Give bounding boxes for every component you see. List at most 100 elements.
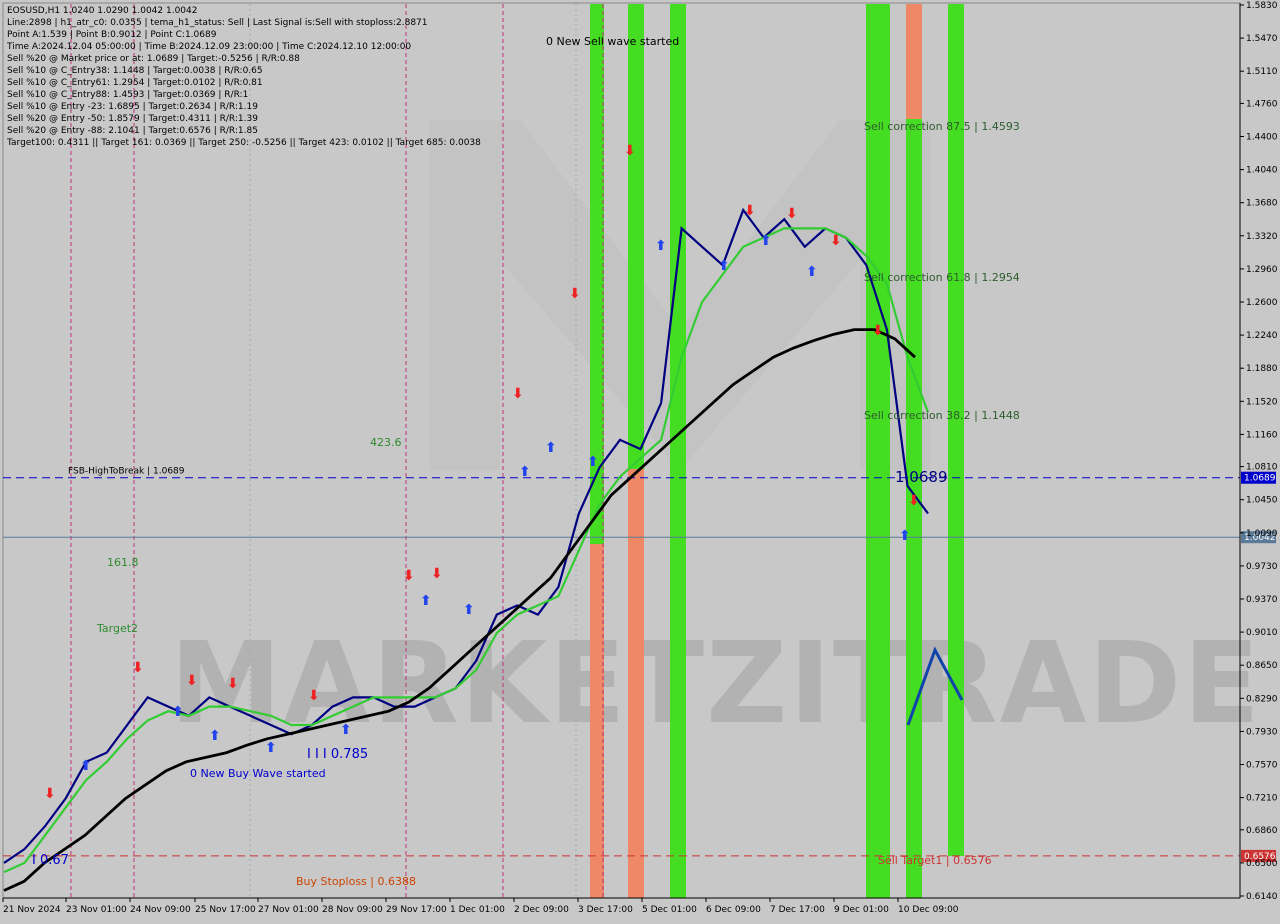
price-chart[interactable]: MARKETZITRADE FSB-HighToBreak | 1.06891.… — [0, 0, 1280, 920]
buy-bar — [670, 4, 686, 898]
price-tick-label: 0.8650 — [1246, 661, 1278, 671]
price-tick-label: 1.5110 — [1246, 67, 1278, 77]
price-tick-label: 1.2600 — [1246, 298, 1278, 308]
price-tick-label: 1.1520 — [1246, 397, 1278, 407]
price-tick-label: 0.6500 — [1246, 859, 1278, 869]
svg-text:⬆: ⬆ — [718, 258, 730, 274]
price-tick-label: 0.6860 — [1246, 826, 1278, 836]
svg-text:⬇: ⬇ — [908, 493, 920, 509]
price-tick-label: 1.0090 — [1246, 529, 1278, 539]
info-line: Time A:2024.12.04 05:00:00 | Time B:2024… — [6, 42, 411, 52]
annotation-sell-wave: 0 New Sell wave started — [546, 35, 679, 48]
price-tick-label: 1.4400 — [1246, 132, 1278, 142]
svg-text:⬇: ⬇ — [227, 676, 239, 692]
price-tick-label: 1.1880 — [1246, 364, 1278, 374]
time-tick-label: 27 Nov 01:00 — [258, 905, 319, 915]
price-tick-label: 1.4760 — [1246, 99, 1278, 109]
buy-bar — [866, 4, 890, 898]
sell-bar — [906, 4, 922, 119]
time-axis: 21 Nov 2024 23 Nov 01:00 24 Nov 09:00 25 No… — [2, 897, 1240, 915]
time-tick-label: 5 Dec 01:00 — [642, 905, 697, 915]
svg-text:⬇: ⬇ — [872, 323, 884, 339]
price-tick-label: 1.5830 — [1246, 1, 1278, 11]
info-line: EOSUSD,H1 1.0240 1.0290 1.0042 1.0042 — [7, 6, 197, 16]
svg-text:⬆: ⬆ — [172, 704, 184, 720]
price-tick-label: 0.8290 — [1246, 694, 1278, 704]
svg-text:⬆: ⬆ — [519, 464, 531, 480]
time-tick-label: 28 Nov 09:00 — [322, 905, 383, 915]
price-tick-label: 1.0810 — [1246, 463, 1278, 473]
time-tick-label: 2 Dec 09:00 — [514, 905, 569, 915]
watermark: MARKETZITRADE — [170, 619, 1262, 749]
svg-text:⬇: ⬇ — [744, 203, 756, 219]
svg-text:⬆: ⬆ — [463, 602, 475, 618]
price-tick-label: 1.3680 — [1246, 199, 1278, 209]
svg-text:⬇: ⬇ — [431, 566, 443, 582]
time-tick-label: 6 Dec 09:00 — [706, 905, 761, 915]
buy-bar — [906, 4, 922, 898]
svg-text:⬆: ⬆ — [420, 593, 432, 609]
price-tick-label: 0.9010 — [1246, 628, 1278, 638]
svg-text:⬇: ⬇ — [186, 673, 198, 689]
info-line: Sell %20 @ Market price or at: 1.0689 | … — [7, 54, 300, 64]
time-tick-label: 21 Nov 2024 — [3, 905, 61, 915]
time-tick-label: 23 Nov 01:00 — [66, 905, 127, 915]
annotation-corr-875: Sell correction 87.5 | 1.4593 — [864, 120, 1020, 133]
svg-text:⬆: ⬆ — [587, 454, 599, 470]
info-line: Sell %10 @ C_Entry61: 1.2954 | Target:0.… — [7, 78, 263, 88]
price-tick-label: 0.9370 — [1246, 595, 1278, 605]
svg-text:⬇: ⬇ — [624, 143, 636, 159]
price-tick-label: 1.4040 — [1246, 166, 1278, 176]
price-axis: 1.5830 1.5470 1.5110 1.4760 1.4400 1.4040 1.36… — [1239, 1, 1278, 902]
time-tick-label: 3 Dec 17:00 — [578, 905, 633, 915]
info-line: Sell %10 @ C_Entry38: 1.1448 | Target:0.… — [7, 66, 263, 76]
info-line: Point A:1.539 | Point B:0.9012 | Point C… — [7, 30, 217, 40]
time-tick-label: 24 Nov 09:00 — [130, 905, 191, 915]
watermark-text: MARKETZITRADE — [170, 619, 1262, 749]
svg-text:⬇: ⬇ — [512, 386, 524, 402]
svg-text:⬇: ⬇ — [44, 786, 56, 802]
svg-text:⬆: ⬆ — [806, 264, 818, 280]
price-tick-label: 1.2960 — [1246, 265, 1278, 275]
time-tick-label: 7 Dec 17:00 — [770, 905, 825, 915]
price-tick-label: 0.7930 — [1246, 727, 1278, 737]
svg-text:⬇: ⬇ — [308, 688, 320, 704]
svg-text:⬇: ⬇ — [403, 568, 415, 584]
svg-text:⬇: ⬇ — [786, 206, 798, 222]
annotation-target2: Target2 — [96, 622, 138, 635]
svg-text:⬆: ⬆ — [209, 728, 221, 744]
info-line: Sell %20 @ Entry -88: 2.1041 | Target:0.… — [7, 126, 258, 136]
svg-text:⬆: ⬆ — [655, 238, 667, 254]
svg-text:⬇: ⬇ — [132, 660, 144, 676]
svg-text:⬆: ⬆ — [265, 740, 277, 756]
annotation-wave-0785: I I I 0.785 — [307, 747, 368, 762]
time-tick-label: 9 Dec 01:00 — [834, 905, 889, 915]
svg-text:⬆: ⬆ — [340, 722, 352, 738]
time-tick-label: 10 Dec 09:00 — [898, 905, 959, 915]
price-tick-label: 0.7570 — [1246, 761, 1278, 771]
price-tick-label: 0.9730 — [1246, 562, 1278, 572]
level-tag-label: 1.0689 — [1244, 474, 1276, 484]
price-tick-label: 1.3320 — [1246, 232, 1278, 242]
svg-text:⬆: ⬆ — [80, 758, 92, 774]
svg-text:⬆: ⬆ — [545, 440, 557, 456]
annotation-corr-382: Sell correction 38.2 | 1.1448 — [864, 409, 1020, 422]
chart-window: MARKETZITRADE FSB-HighToBreak | 1.0689 1… — [0, 0, 1280, 920]
svg-text:⬆: ⬆ — [899, 528, 911, 544]
annotation-423: 423.6 — [370, 436, 402, 449]
annotation-buy-wave: 0 New Buy Wave started — [190, 767, 326, 780]
annotation-c-level: 1.0689 — [895, 468, 948, 486]
annotation-corr-618: Sell correction 61.8 | 1.2954 — [864, 271, 1020, 284]
svg-text:⬇: ⬇ — [569, 286, 581, 302]
svg-text:⬆: ⬆ — [760, 233, 772, 249]
level-label: FSB-HighToBreak | 1.0689 — [68, 467, 185, 477]
price-tick-label: 0.6140 — [1246, 892, 1278, 902]
time-tick-label: 29 Nov 17:00 — [386, 905, 447, 915]
annotation-buy-stoploss: Buy Stoploss | 0.6388 — [296, 875, 416, 888]
price-tick-label: 1.0450 — [1246, 496, 1278, 506]
annotation-1618: 161.8 — [107, 556, 139, 569]
svg-text:⬇: ⬇ — [830, 233, 842, 249]
info-line: Line:2898 | h1_atr_c0: 0.0355 | tema_h1_… — [7, 18, 428, 28]
time-tick-label: 25 Nov 17:00 — [195, 905, 256, 915]
time-tick-label: 1 Dec 01:00 — [450, 905, 505, 915]
